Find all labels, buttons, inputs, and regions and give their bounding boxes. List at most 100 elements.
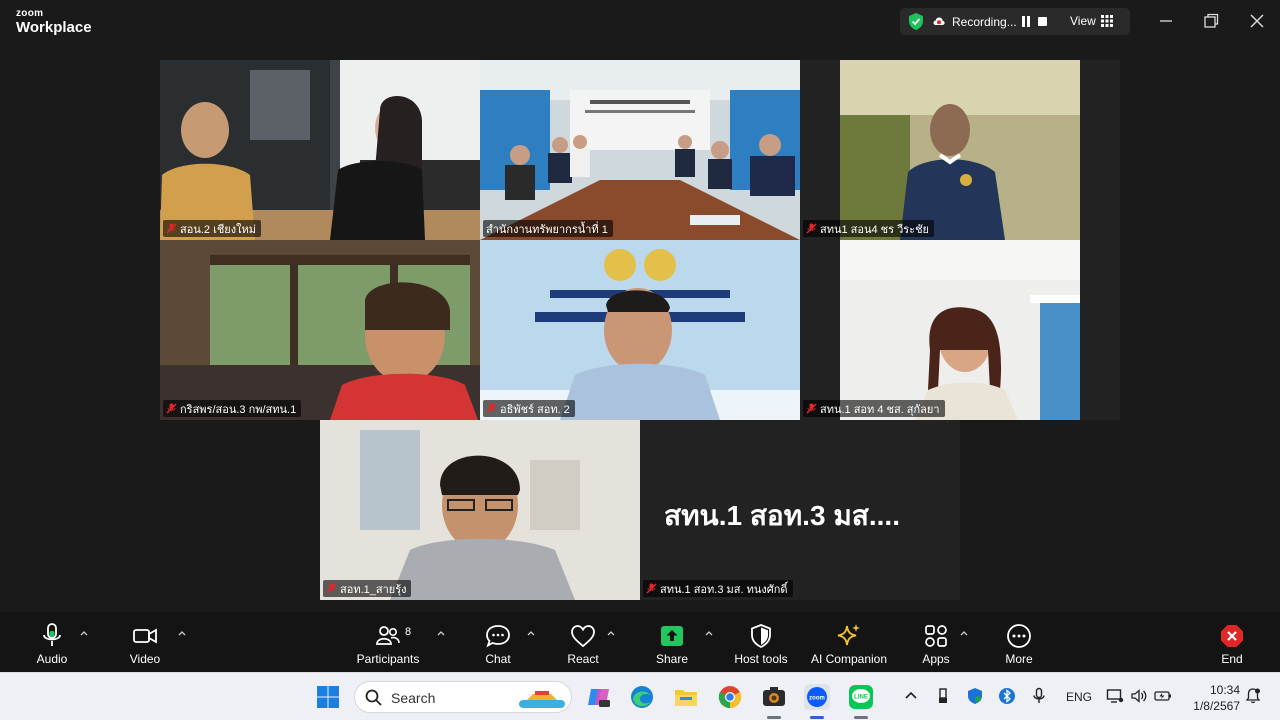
volume-icon[interactable] <box>1130 687 1148 705</box>
line-app-icon[interactable]: LINE <box>847 683 875 711</box>
taskbar-clock[interactable]: 10:34 1/8/2567 <box>1182 682 1240 714</box>
ai-companion-button[interactable]: AI Companion <box>805 612 893 672</box>
camera-app-running-indicator <box>767 716 781 719</box>
video-button[interactable]: Video <box>115 612 175 672</box>
camera-app-icon[interactable] <box>760 683 788 711</box>
zoom-app-active-indicator <box>810 716 824 719</box>
share-screen-icon <box>661 626 683 646</box>
participant-name: สอน.2 เชียงใหม่ <box>180 223 256 236</box>
zoom-workplace-logo: zoom Workplace <box>16 8 92 36</box>
apps-label: Apps <box>922 652 950 666</box>
participant-name: สทน.1 สอท 4 ชส. สุกัลยา <box>820 403 940 416</box>
video-tile-8-camera-off[interactable]: สทน.1 สอท.3 มส.... สทน.1 สอท.3 มส. ทนงศั… <box>640 420 960 600</box>
search-highlight-image-icon <box>519 691 565 708</box>
audio-options-chevron-icon[interactable] <box>79 628 89 638</box>
encryption-shield-icon[interactable] <box>908 13 924 30</box>
participant-name: อธิพัชร์ สอท. 2 <box>500 403 570 416</box>
participant-video-7 <box>320 420 640 600</box>
audio-label: Audio <box>36 652 68 666</box>
video-camera-icon <box>133 628 157 644</box>
share-button[interactable]: Share <box>642 612 702 672</box>
input-language-indicator[interactable]: ENG <box>1066 690 1092 704</box>
video-tile-2-active-speaker[interactable]: สำนักงานทรัพยากรน้ำที่ 1 <box>480 60 800 240</box>
notification-bell-icon[interactable] <box>1244 687 1262 705</box>
end-meeting-icon <box>1221 625 1243 647</box>
react-label: React <box>567 652 599 666</box>
host-tools-button[interactable]: Host tools <box>726 612 796 672</box>
chrome-icon[interactable] <box>716 683 744 711</box>
line-app-running-indicator <box>854 716 868 719</box>
recording-status-bar: Recording... View <box>900 8 1130 35</box>
participant-name-tag: อธิพัชร์ สอท. 2 <box>483 400 575 417</box>
more-label: More <box>1005 652 1033 666</box>
participants-count-badge: 8 <box>405 626 412 638</box>
view-button[interactable]: View <box>1070 14 1096 28</box>
participant-video-4 <box>160 240 480 420</box>
brand-workplace: Workplace <box>16 19 92 36</box>
participant-display-name: สทน.1 สอท.3 มส.... <box>664 500 900 531</box>
file-explorer-icon[interactable] <box>672 683 700 711</box>
participant-video-5 <box>480 240 800 420</box>
video-options-chevron-icon[interactable] <box>177 628 187 638</box>
network-display-icon[interactable] <box>1106 687 1124 705</box>
minimize-icon[interactable] <box>1155 10 1177 32</box>
muted-mic-icon <box>166 223 177 234</box>
participants-options-chevron-icon[interactable] <box>436 628 446 638</box>
share-options-chevron-icon[interactable] <box>704 628 714 638</box>
video-tile-7[interactable]: สอท.1_สายรุ้ง <box>320 420 640 600</box>
more-ellipsis-icon <box>1007 624 1031 648</box>
muted-mic-icon <box>806 223 817 234</box>
participant-video-6 <box>800 240 1120 420</box>
muted-mic-icon <box>806 403 817 414</box>
react-options-chevron-icon[interactable] <box>606 628 616 638</box>
apps-button[interactable]: Apps <box>906 612 966 672</box>
heart-icon <box>571 625 595 648</box>
participant-name: สอท.1_สายรุ้ง <box>340 583 407 596</box>
pause-recording-icon[interactable] <box>1021 16 1031 27</box>
video-tile-6[interactable]: สทน.1 สอท 4 ชส. สุกัลยา <box>800 240 1120 420</box>
muted-mic-icon <box>486 403 497 414</box>
restore-window-icon[interactable] <box>1200 10 1222 32</box>
muted-mic-icon <box>646 583 657 594</box>
clock-date: 1/8/2567 <box>1193 699 1240 713</box>
video-tile-3[interactable]: สทน1 สอน4 ชร วีระชัย <box>800 60 1120 240</box>
video-tile-1[interactable]: สอน.2 เชียงใหม่ <box>160 60 480 240</box>
copilot-icon[interactable] <box>585 683 613 711</box>
participant-name: สทน.1 สอท.3 มส. ทนงศักดิ์ <box>660 583 788 596</box>
svg-text:LINE: LINE <box>854 695 868 701</box>
zoom-app-icon[interactable]: zoom <box>803 683 831 711</box>
edge-browser-icon[interactable] <box>628 683 656 711</box>
more-button[interactable]: More <box>989 612 1049 672</box>
chat-button[interactable]: Chat <box>468 612 528 672</box>
participant-name-tag: สอท.1_สายรุ้ง <box>323 580 412 597</box>
apps-icon <box>925 625 947 647</box>
video-tile-5[interactable]: อธิพัชร์ สอท. 2 <box>480 240 800 420</box>
bluetooth-icon[interactable] <box>998 687 1016 705</box>
participant-video-1 <box>160 60 480 240</box>
muted-mic-icon <box>166 403 177 414</box>
apps-options-chevron-icon[interactable] <box>959 628 969 638</box>
muted-mic-icon <box>326 583 337 594</box>
defender-shield-icon[interactable] <box>966 687 984 705</box>
audio-button[interactable]: Audio <box>22 612 82 672</box>
end-meeting-button[interactable]: End <box>1202 612 1262 672</box>
brand-zoom: zoom <box>16 8 44 19</box>
windows-start-icon[interactable] <box>314 683 342 711</box>
participants-button[interactable]: 8 Participants <box>350 612 426 672</box>
usb-device-icon[interactable] <box>934 687 952 705</box>
react-button[interactable]: React <box>553 612 613 672</box>
stop-recording-icon[interactable] <box>1038 17 1047 26</box>
video-tile-4[interactable]: กริสพร/สอน.3 กพ/สทน.1 <box>160 240 480 420</box>
battery-charging-icon[interactable] <box>1154 687 1172 705</box>
microphone-in-use-icon[interactable] <box>1030 687 1048 705</box>
show-hidden-icons-chevron-icon[interactable] <box>902 687 920 705</box>
gallery-grid-icon[interactable] <box>1101 15 1113 27</box>
participant-video-3 <box>800 60 1120 240</box>
recording-label: Recording... <box>952 15 1017 29</box>
close-window-icon[interactable] <box>1246 10 1268 32</box>
taskbar-search-box[interactable]: Search <box>354 681 572 713</box>
chat-options-chevron-icon[interactable] <box>526 628 536 638</box>
microphone-icon <box>43 623 61 646</box>
svg-text:zoom: zoom <box>809 696 825 702</box>
participant-name-tag: สทน1 สอน4 ชร วีระชัย <box>803 220 935 237</box>
